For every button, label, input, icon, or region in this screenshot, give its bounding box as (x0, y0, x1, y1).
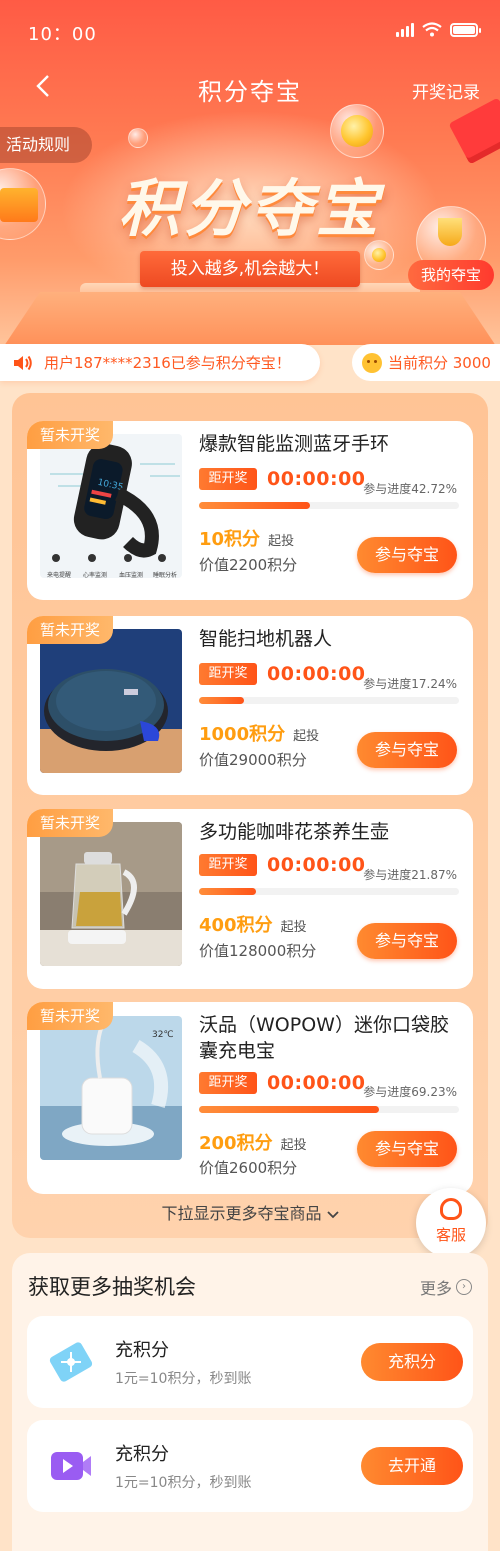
join-treasure-button[interactable]: 参与夺宝 (357, 923, 457, 959)
customer-service-button[interactable]: 客服 (416, 1188, 486, 1258)
product-title: 多功能咖啡花茶养生壶 (199, 821, 390, 843)
countdown-timer: 00:00:00 (267, 1072, 366, 1094)
join-treasure-button[interactable]: 参与夺宝 (357, 1131, 457, 1167)
min-bid-price: 1000积分 (199, 724, 286, 745)
section-title: 获取更多抽奖机会 (28, 1275, 196, 1299)
coin-icon (341, 115, 373, 147)
progress-bar-fill (199, 1106, 379, 1113)
progress-bar (199, 1106, 459, 1113)
status-tag: 暂未开奖 (27, 616, 113, 644)
status-tag: 暂未开奖 (27, 809, 113, 837)
progress-text: 参与进度21.87% (363, 868, 457, 882)
progress-bar (199, 697, 459, 704)
task-name: 充积分 (115, 1340, 169, 1361)
my-treasure-button[interactable]: 我的夺宝 (408, 260, 494, 290)
countdown-label: 距开奖 (199, 854, 257, 876)
headset-icon (440, 1198, 462, 1220)
countdown-timer: 00:00:00 (267, 663, 366, 685)
min-bid-suffix: 起投 (280, 1138, 307, 1153)
task-item: 充积分 1元=10积分，秒到账 去开通 (27, 1420, 473, 1512)
bubble-decoration (128, 128, 148, 148)
product-worth: 价值2200积分 (199, 556, 298, 574)
product-image-smart-band: 10:35 (40, 434, 182, 578)
activate-button[interactable]: 去开通 (361, 1447, 463, 1485)
progress-text: 参与进度17.24% (363, 677, 457, 691)
join-treasure-button[interactable]: 参与夺宝 (357, 537, 457, 573)
more-link-label: 更多 (419, 1279, 452, 1298)
hero-title: 积分夺宝 (117, 172, 382, 245)
product-worth: 价值29000积分 (199, 751, 307, 769)
status-time: 10：00 (28, 24, 97, 45)
progress-text: 参与进度69.23% (363, 1085, 457, 1099)
participation-notice: 用户187****2316已参与积分夺宝！ (0, 344, 320, 381)
progress-bar-fill (199, 502, 311, 509)
image-caption: 来电提醒 (46, 572, 71, 579)
signal-icon (396, 22, 414, 37)
countdown-label: 距开奖 (199, 663, 257, 685)
product-card[interactable]: 暂未开奖 32℃ 沃品（WOPOW）迷你口袋胶囊充电宝 距开奖 00:00:00… (27, 1002, 473, 1194)
product-worth: 价值2600积分 (199, 1159, 298, 1177)
ticket-icon (49, 1342, 93, 1382)
min-bid-suffix: 起投 (268, 534, 295, 549)
min-bid-price: 10积分 (199, 529, 261, 550)
temperature-label: 32℃ (152, 1030, 174, 1040)
progress-bar (199, 502, 459, 509)
recharge-points-button[interactable]: 充积分 (361, 1343, 463, 1381)
status-tag: 暂未开奖 (27, 421, 113, 449)
wifi-icon (422, 22, 442, 37)
min-bid-price: 200积分 (199, 1133, 273, 1154)
more-link[interactable]: 更多 › (420, 1275, 472, 1299)
task-desc: 1元=10积分，秒到账 (115, 1371, 252, 1387)
status-tag: 暂未开奖 (27, 1002, 113, 1030)
points-face-icon (362, 352, 382, 373)
min-bid-price: 400积分 (199, 915, 273, 936)
countdown-label: 距开奖 (199, 1072, 257, 1094)
product-title: 爆款智能监测蓝牙手环 (199, 433, 390, 455)
task-item: 充积分 1元=10积分，秒到账 充积分 (27, 1316, 473, 1408)
progress-bar (199, 888, 459, 895)
image-caption: 血压监测 (118, 572, 143, 579)
video-icon (51, 1452, 91, 1480)
chevron-right-icon: › (456, 1279, 472, 1295)
chevron-down-icon (326, 1211, 339, 1219)
min-bid-suffix: 起投 (293, 729, 320, 744)
product-title: 智能扫地机器人 (199, 628, 333, 650)
countdown-timer: 00:00:00 (267, 468, 366, 490)
task-desc: 1元=10积分，秒到账 (115, 1475, 252, 1491)
task-name: 充积分 (115, 1444, 169, 1465)
nav-bar: 积分夺宝 开奖记录 (0, 66, 500, 110)
progress-text: 参与进度42.72% (363, 482, 457, 496)
battery-icon (450, 22, 481, 37)
progress-bar-fill (199, 697, 244, 704)
product-image-power-bank: 32℃ (40, 1016, 182, 1160)
countdown-label: 距开奖 (199, 468, 257, 490)
notice-text: 用户187****2316已参与积分夺宝！ (44, 354, 291, 372)
image-caption: 心率监测 (82, 572, 107, 579)
points-label: 当前积分 3000 (388, 354, 491, 372)
product-card[interactable]: 暂未开奖 智能扫地机器人 距开奖 00:00:00 参与进度17.24% 100… (27, 616, 473, 795)
speaker-icon (14, 355, 32, 370)
coin-icon (372, 248, 386, 262)
customer-service-label: 客服 (435, 1226, 466, 1244)
product-card[interactable]: 暂未开奖 10:35 来电提醒 心率监测 血压监测 睡眠分析 爆款智能监测蓝牙手… (27, 421, 473, 600)
hero-slogan: 投入越多,机会越大！ (126, 251, 374, 287)
more-chances-section: 获取更多抽奖机会 更多 › 充积分 1元=10积分，秒到账 充积分 充积分 1元… (12, 1253, 488, 1551)
product-title: 沃品（WOPOW）迷你口袋胶囊充电宝 (199, 1014, 449, 1062)
join-treasure-button[interactable]: 参与夺宝 (357, 732, 457, 768)
product-image-robot-vacuum (40, 629, 182, 773)
product-image-tea-kettle (40, 822, 182, 966)
min-bid-suffix: 起投 (280, 920, 307, 935)
load-more-text: 下拉显示更多夺宝商品 (161, 1204, 322, 1223)
current-points: 当前积分 3000 (352, 344, 500, 381)
status-bar: 10：00 (0, 0, 500, 60)
product-card[interactable]: 暂未开奖 多功能咖啡花茶养生壶 距开奖 00:00:00 参与进度21.87% … (27, 809, 473, 989)
countdown-timer: 00:00:00 (267, 854, 366, 876)
progress-bar-fill (199, 888, 256, 895)
draw-records-link[interactable]: 开奖记录 (412, 78, 480, 103)
hero-podium (0, 292, 500, 345)
activity-rules-button[interactable]: 活动规则 (0, 127, 92, 163)
product-worth: 价值128000积分 (199, 942, 317, 960)
image-caption: 睡眠分析 (152, 572, 177, 579)
